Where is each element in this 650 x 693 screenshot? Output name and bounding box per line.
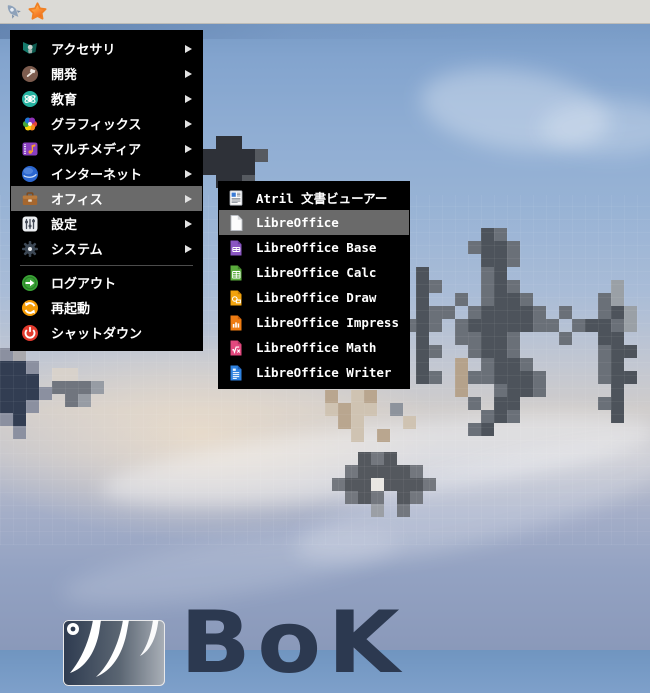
menu-item-label: 設定	[51, 218, 78, 233]
submenu-arrow-icon	[185, 44, 192, 53]
menu-item-graphics[interactable]: グラフィックス	[11, 111, 202, 136]
menu-item-label: Atril 文書ビューアー	[256, 191, 388, 206]
menu-item-multimedia[interactable]: マルチメディア	[11, 136, 202, 161]
menu-item-label: 教育	[51, 93, 78, 108]
menu-item-label: LibreOffice Draw	[256, 290, 377, 305]
submenu-arrow-icon	[185, 144, 192, 153]
desktop-logo-icon	[63, 620, 165, 690]
submenu-arrow-icon	[185, 69, 192, 78]
development-icon	[21, 65, 39, 83]
menu-item-label: LibreOffice Math	[256, 340, 377, 355]
menu-item-development[interactable]: 開発	[11, 61, 202, 86]
top-panel	[0, 0, 650, 24]
applications-menu: アクセサリ開発教育グラフィックス マルチメディア インターネット オフィス設定システム…	[10, 30, 203, 351]
menu-item-office[interactable]: オフィス	[11, 186, 202, 211]
settings-icon	[21, 215, 39, 233]
submenu-item-lo-draw[interactable]: LibreOffice Draw	[219, 285, 409, 310]
menu-item-label: アクセサリ	[51, 43, 116, 58]
menu-item-label: LibreOffice Writer	[256, 365, 392, 380]
menu-item-label: オフィス	[51, 193, 103, 208]
submenu-arrow-icon	[185, 219, 192, 228]
desktop-logo-text: BoK	[180, 593, 407, 693]
submenu-item-lo-calc[interactable]: LibreOffice Calc	[219, 260, 409, 285]
system-icon	[21, 240, 39, 258]
libreoffice-math-icon	[227, 339, 245, 357]
menu-item-education[interactable]: 教育	[11, 86, 202, 111]
menu-item-accessories[interactable]: アクセサリ	[11, 36, 202, 61]
submenu-arrow-icon	[185, 244, 192, 253]
rocket-launcher-icon[interactable]	[3, 1, 24, 22]
menu-item-label: LibreOffice Base	[256, 240, 377, 255]
submenu-item-lo-writer[interactable]: LibreOffice Writer	[219, 360, 409, 385]
graphics-icon	[21, 115, 39, 133]
submenu-arrow-icon	[185, 119, 192, 128]
menu-separator	[20, 265, 193, 266]
submenu-item-libreoffice[interactable]: LibreOffice	[219, 210, 409, 235]
menu-item-label: 再起動	[51, 302, 91, 317]
menu-item-label: 開発	[51, 68, 78, 83]
submenu-item-lo-impress[interactable]: LibreOffice Impress	[219, 310, 409, 335]
submenu-arrow-icon	[185, 194, 192, 203]
menu-item-label: シャットダウン	[51, 327, 143, 342]
education-icon	[21, 90, 39, 108]
atril-icon	[227, 189, 245, 207]
libreoffice-writer-icon	[227, 364, 245, 382]
menu-action-logout[interactable]: ログアウト	[11, 270, 202, 295]
menu-item-internet[interactable]: インターネット	[11, 161, 202, 186]
menu-item-system[interactable]: システム	[11, 236, 202, 261]
menu-action-restart[interactable]: 再起動	[11, 295, 202, 320]
shutdown-icon	[21, 324, 39, 342]
menu-action-shutdown[interactable]: シャットダウン	[11, 320, 202, 345]
libreoffice-draw-icon	[227, 289, 245, 307]
submenu-arrow-icon	[185, 169, 192, 178]
menu-star-icon[interactable]	[27, 1, 48, 22]
submenu-item-atril[interactable]: Atril 文書ビューアー	[219, 185, 409, 210]
multimedia-icon	[21, 140, 39, 158]
office-icon	[21, 190, 39, 208]
menu-item-label: LibreOffice Calc	[256, 265, 377, 280]
menu-item-label: マルチメディア	[51, 143, 142, 158]
restart-icon	[21, 299, 39, 317]
submenu-item-lo-base[interactable]: LibreOffice Base	[219, 235, 409, 260]
office-submenu: Atril 文書ビューアー LibreOffice LibreOffice Base…	[218, 181, 410, 389]
logout-icon	[21, 274, 39, 292]
accessories-icon	[21, 40, 39, 58]
internet-icon	[21, 165, 39, 183]
menu-item-label: グラフィックス	[51, 118, 142, 133]
libreoffice-impress-icon	[227, 314, 245, 332]
menu-item-label: LibreOffice Impress	[256, 315, 399, 330]
libreoffice-base-icon	[227, 239, 245, 257]
libreoffice-icon	[227, 214, 245, 232]
menu-item-label: LibreOffice	[256, 215, 339, 230]
submenu-item-lo-math[interactable]: LibreOffice Math	[219, 335, 409, 360]
menu-item-settings[interactable]: 設定	[11, 211, 202, 236]
menu-item-label: ログアウト	[51, 277, 117, 292]
submenu-arrow-icon	[185, 94, 192, 103]
menu-item-label: システム	[51, 243, 103, 258]
menu-item-label: インターネット	[51, 168, 143, 183]
libreoffice-calc-icon	[227, 264, 245, 282]
